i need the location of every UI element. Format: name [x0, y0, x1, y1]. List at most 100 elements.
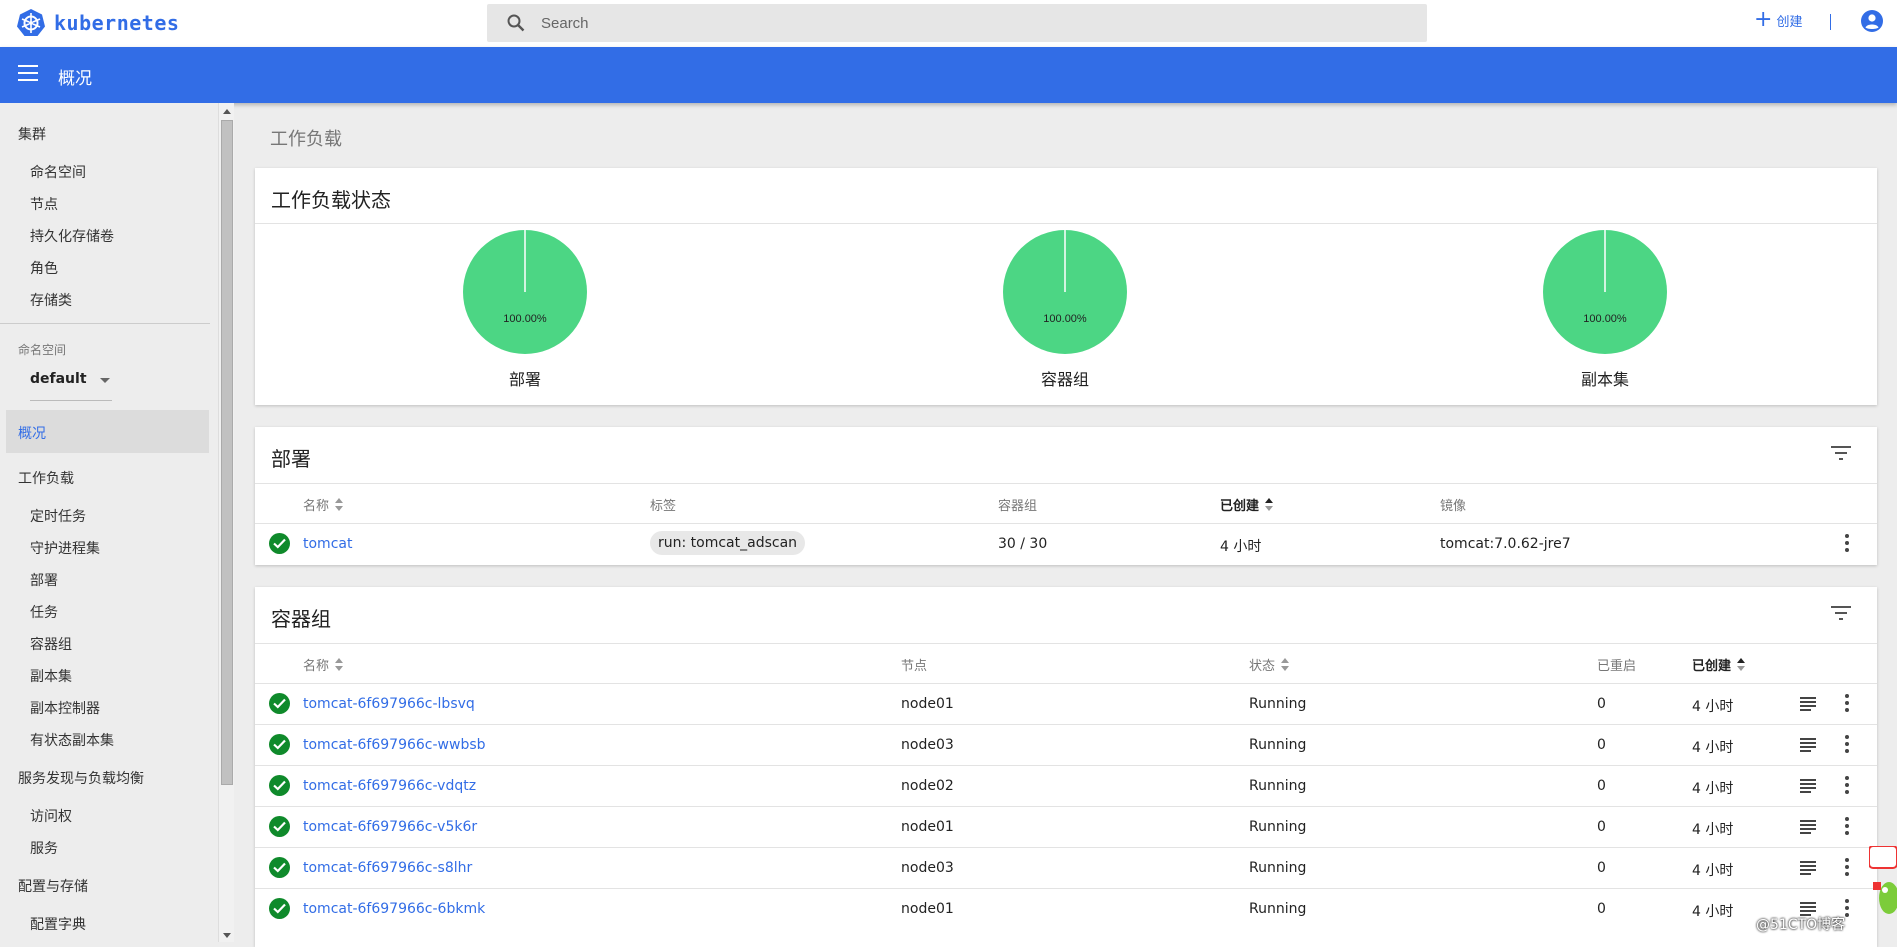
search-bar[interactable]: [487, 4, 1427, 42]
sidebar: 集群 命名空间 节点 持久化存储卷 角色 存储类 命名空间 default 概况…: [0, 103, 218, 942]
sidebar-scrollbar[interactable]: [218, 103, 234, 942]
pod-name-link[interactable]: tomcat-6f697966c-lbsvq: [303, 696, 475, 712]
pie-pods-svg: 100.00%: [1003, 230, 1127, 354]
pod-status: Running: [1249, 737, 1307, 753]
sidebar-section-cluster[interactable]: 集群: [18, 124, 46, 144]
more-vert-icon[interactable]: [1845, 694, 1849, 712]
pod-status: Running: [1249, 860, 1307, 876]
top-bar: kubernetes + 创建: [0, 0, 1897, 47]
sidebar-section-workloads[interactable]: 工作负载: [18, 468, 74, 488]
col-header-node: 节点: [901, 655, 927, 674]
create-label: 创建: [1776, 14, 1803, 30]
col-header-name[interactable]: 名称: [303, 655, 344, 674]
pod-name-link[interactable]: tomcat-6f697966c-6bkmk: [303, 901, 485, 917]
col-header-created[interactable]: 已创建: [1692, 655, 1746, 674]
pie-chart-deployments: 100.00% 部署: [455, 228, 595, 390]
scroll-down-arrow-icon[interactable]: [223, 933, 231, 938]
sidebar-item-daemon-sets[interactable]: 守护进程集: [30, 538, 100, 558]
sidebar-item-namespaces[interactable]: 命名空间: [30, 162, 86, 182]
plus-icon: +: [1754, 7, 1773, 32]
more-vert-icon[interactable]: [1845, 776, 1849, 794]
table-row: tomcat-6f697966c-lbsvq node01 Running 0 4 小时: [255, 683, 1877, 724]
search-icon: [507, 14, 525, 32]
deployment-created: 4 小时: [1220, 539, 1262, 555]
pod-status: Running: [1249, 819, 1307, 835]
kubernetes-logo[interactable]: kubernetes: [16, 8, 179, 38]
sidebar-item-nodes[interactable]: 节点: [30, 194, 58, 214]
sidebar-section-discovery[interactable]: 服务发现与负载均衡: [18, 768, 144, 788]
status-ok-icon: [269, 533, 290, 554]
more-vert-icon[interactable]: [1845, 735, 1849, 753]
account-button[interactable]: [1860, 9, 1884, 37]
table-row: tomcat-6f697966c-6bkmk node01 Running 0 4 小时: [255, 888, 1877, 929]
more-vert-icon[interactable]: [1845, 534, 1849, 552]
more-vert-icon[interactable]: [1845, 858, 1849, 876]
pod-name-link[interactable]: tomcat-6f697966c-vdqtz: [303, 778, 476, 794]
app-name: kubernetes: [54, 11, 180, 35]
sidebar-section-config[interactable]: 配置与存储: [18, 876, 88, 896]
sidebar-item-deployments[interactable]: 部署: [30, 570, 58, 590]
deployment-pods: 30 / 30: [998, 536, 1048, 552]
pie-percent-label: 100.00%: [503, 313, 547, 325]
sidebar-item-services[interactable]: 服务: [30, 838, 58, 858]
pod-created: 4 小时: [1692, 740, 1734, 756]
sidebar-item-replica-sets[interactable]: 副本集: [30, 666, 72, 686]
sidebar-item-storage-classes[interactable]: 存储类: [30, 290, 72, 310]
sidebar-item-persistent-volumes[interactable]: 持久化存储卷: [30, 226, 114, 246]
logs-icon[interactable]: [1800, 697, 1816, 711]
sort-icon: [1265, 497, 1274, 512]
pie-percent-label: 100.00%: [1583, 313, 1627, 325]
filter-icon[interactable]: [1831, 605, 1851, 621]
filter-icon[interactable]: [1831, 445, 1851, 461]
sidebar-item-overview-label: 概况: [18, 426, 46, 442]
topbar-divider: [1830, 14, 1831, 30]
pod-name-link[interactable]: tomcat-6f697966c-v5k6r: [303, 819, 477, 835]
pod-restarts: 0: [1597, 860, 1606, 876]
table-row: tomcat-6f697966c-v5k6r node01 Running 0 4 小时: [255, 806, 1877, 847]
pod-restarts: 0: [1597, 778, 1606, 794]
card-header-divider: [255, 223, 1877, 224]
logs-icon[interactable]: [1800, 861, 1816, 875]
col-header-labels: 标签: [650, 495, 676, 514]
logs-icon[interactable]: [1800, 820, 1816, 834]
sidebar-item-config-maps[interactable]: 配置字典: [30, 914, 86, 934]
pod-node: node03: [901, 860, 954, 876]
pod-created: 4 小时: [1692, 822, 1734, 838]
menu-icon[interactable]: [18, 65, 38, 81]
scroll-up-arrow-icon[interactable]: [223, 109, 231, 114]
pod-node: node01: [901, 901, 954, 917]
pod-name-link[interactable]: tomcat-6f697966c-wwbsb: [303, 737, 486, 753]
pod-restarts: 0: [1597, 737, 1606, 753]
pod-name-link[interactable]: tomcat-6f697966c-s8lhr: [303, 860, 472, 876]
sidebar-item-pods[interactable]: 容器组: [30, 634, 72, 654]
sidebar-item-stateful-sets[interactable]: 有状态副本集: [30, 730, 114, 750]
page-title: 工作负载: [270, 129, 342, 150]
namespace-select[interactable]: default: [30, 371, 112, 401]
table-row: tomcat-6f697966c-vdqtz node02 Running 0 4 小时: [255, 765, 1877, 806]
sort-icon: [1737, 657, 1746, 672]
namespace-label: 命名空间: [18, 343, 67, 357]
sort-icon: [1281, 657, 1290, 672]
col-header-status[interactable]: 状态: [1249, 655, 1290, 674]
more-vert-icon[interactable]: [1845, 899, 1849, 917]
scrollbar-thumb[interactable]: [221, 120, 233, 785]
sidebar-item-ingresses[interactable]: 访问权: [30, 806, 72, 826]
create-button[interactable]: + 创建: [1754, 7, 1803, 32]
sidebar-item-cron-jobs[interactable]: 定时任务: [30, 506, 86, 526]
search-input[interactable]: [541, 14, 1341, 32]
sidebar-item-overview[interactable]: 概况: [6, 410, 209, 453]
workload-status-title: 工作负载状态: [271, 188, 391, 212]
pod-status: Running: [1249, 696, 1307, 712]
deployment-name-link[interactable]: tomcat: [303, 536, 352, 552]
sidebar-item-replication-controllers[interactable]: 副本控制器: [30, 698, 100, 718]
col-header-created[interactable]: 已创建: [1220, 495, 1274, 514]
sidebar-divider: [0, 323, 210, 324]
logs-icon[interactable]: [1800, 738, 1816, 752]
sidebar-item-jobs[interactable]: 任务: [30, 602, 58, 622]
sidebar-item-roles[interactable]: 角色: [30, 258, 58, 278]
col-header-pods-label: 容器组: [998, 499, 1038, 514]
more-vert-icon[interactable]: [1845, 817, 1849, 835]
pod-node: node02: [901, 778, 954, 794]
logs-icon[interactable]: [1800, 779, 1816, 793]
col-header-name[interactable]: 名称: [303, 495, 344, 514]
